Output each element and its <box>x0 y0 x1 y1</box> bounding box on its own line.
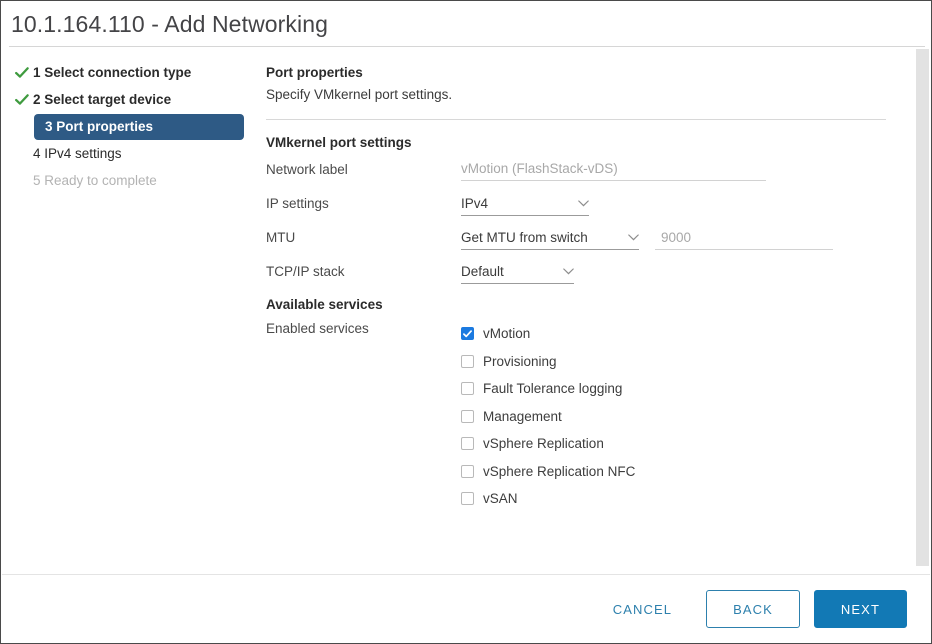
wizard-step-select-connection-type[interactable]: 1 Select connection type <box>1 59 251 86</box>
checkbox-vsphere-replication[interactable] <box>461 437 474 451</box>
wizard-step-list: 1 Select connection type 2 Select target… <box>1 59 251 194</box>
panel-header: Port properties Specify VMkernel port se… <box>266 65 886 102</box>
service-item-management[interactable]: Management <box>461 403 635 431</box>
dialog-footer: CANCEL BACK NEXT <box>1 575 931 643</box>
service-item-vsan[interactable]: vSAN <box>461 485 635 513</box>
add-networking-dialog: 10.1.164.110 - Add Networking 1 Select c… <box>0 0 932 644</box>
panel-title: Port properties <box>266 65 363 80</box>
ip-settings-value: IPv4 <box>461 196 489 211</box>
checkbox-fault-tolerance-logging[interactable] <box>461 382 474 396</box>
vmkernel-port-settings-heading: VMkernel port settings <box>266 135 412 150</box>
service-label: vSphere Replication <box>483 436 604 452</box>
chevron-down-icon <box>551 268 574 275</box>
mtu-size-input[interactable] <box>655 227 833 250</box>
enabled-services-label: Enabled services <box>266 321 369 336</box>
panel-divider <box>266 119 886 120</box>
service-item-vsphere-replication[interactable]: vSphere Replication <box>461 430 635 458</box>
form-row-ip-settings: IP settings IPv4 <box>266 193 891 227</box>
service-item-provisioning[interactable]: Provisioning <box>461 348 635 376</box>
wizard-step-label: 4 IPv4 settings <box>33 146 122 161</box>
tcpip-stack-select[interactable]: Default <box>461 261 574 284</box>
service-label: vSphere Replication NFC <box>483 463 636 479</box>
form-row-tcpip-stack: TCP/IP stack Default <box>266 261 891 295</box>
ip-settings-label: IP settings <box>266 196 329 211</box>
titlebar-divider <box>9 46 925 47</box>
checkbox-provisioning[interactable] <box>461 354 474 368</box>
form-row-network-label: Network label <box>266 159 891 193</box>
wizard-step-label: 3 Port properties <box>45 119 154 134</box>
form-row-enabled-services: Enabled services vMotion Provisioning Fa… <box>266 320 891 513</box>
port-properties-form: VMkernel port settings Network label IP … <box>266 135 891 513</box>
wizard-step-active-pill: 3 Port properties <box>34 113 244 140</box>
mtu-mode-value: Get MTU from switch <box>461 230 588 245</box>
wizard-step-port-properties[interactable]: 3 Port properties <box>1 113 251 140</box>
network-label-label: Network label <box>266 162 348 177</box>
service-label: Fault Tolerance logging <box>483 381 623 397</box>
dialog-title: 10.1.164.110 - Add Networking <box>11 11 329 37</box>
wizard-step-select-target-device[interactable]: 2 Select target device <box>1 86 251 113</box>
mtu-mode-select[interactable]: Get MTU from switch <box>461 227 639 250</box>
wizard-step-ready-to-complete: 5 Ready to complete <box>1 167 251 194</box>
service-label: Management <box>483 408 562 424</box>
vertical-scrollbar-thumb[interactable] <box>916 49 929 566</box>
chevron-down-icon <box>566 200 589 207</box>
service-item-vmotion[interactable]: vMotion <box>461 320 635 348</box>
enabled-services-list: vMotion Provisioning Fault Tolerance log… <box>461 320 635 513</box>
back-button[interactable]: BACK <box>706 590 800 628</box>
checkbox-vsphere-replication-nfc[interactable] <box>461 464 474 478</box>
service-label: vMotion <box>483 326 531 342</box>
tcpip-stack-value: Default <box>461 264 504 279</box>
checkbox-management[interactable] <box>461 409 474 423</box>
next-button[interactable]: NEXT <box>813 590 907 628</box>
form-row-mtu: MTU Get MTU from switch <box>266 227 891 261</box>
wizard-step-label: 2 Select target device <box>33 92 172 107</box>
cancel-button[interactable]: CANCEL <box>597 591 688 627</box>
network-label-input[interactable] <box>461 159 766 181</box>
service-label: Provisioning <box>483 353 557 369</box>
checkbox-vmotion[interactable] <box>461 327 474 341</box>
chevron-down-icon <box>616 234 639 241</box>
checkbox-vsan[interactable] <box>461 492 474 506</box>
mtu-label: MTU <box>266 230 296 245</box>
service-label: vSAN <box>483 491 518 507</box>
ip-settings-select[interactable]: IPv4 <box>461 193 589 216</box>
check-icon <box>15 93 33 106</box>
check-icon <box>15 66 33 79</box>
wizard-step-ipv4-settings[interactable]: 4 IPv4 settings <box>1 140 251 167</box>
service-item-fault-tolerance-logging[interactable]: Fault Tolerance logging <box>461 375 635 403</box>
wizard-step-label: 5 Ready to complete <box>33 173 157 188</box>
service-item-vsphere-replication-nfc[interactable]: vSphere Replication NFC <box>461 458 635 486</box>
wizard-step-label: 1 Select connection type <box>33 65 192 80</box>
available-services-heading: Available services <box>266 297 383 312</box>
panel-subtitle: Specify VMkernel port settings. <box>266 87 453 102</box>
tcpip-stack-label: TCP/IP stack <box>266 264 345 279</box>
dialog-titlebar: 10.1.164.110 - Add Networking <box>1 1 931 47</box>
